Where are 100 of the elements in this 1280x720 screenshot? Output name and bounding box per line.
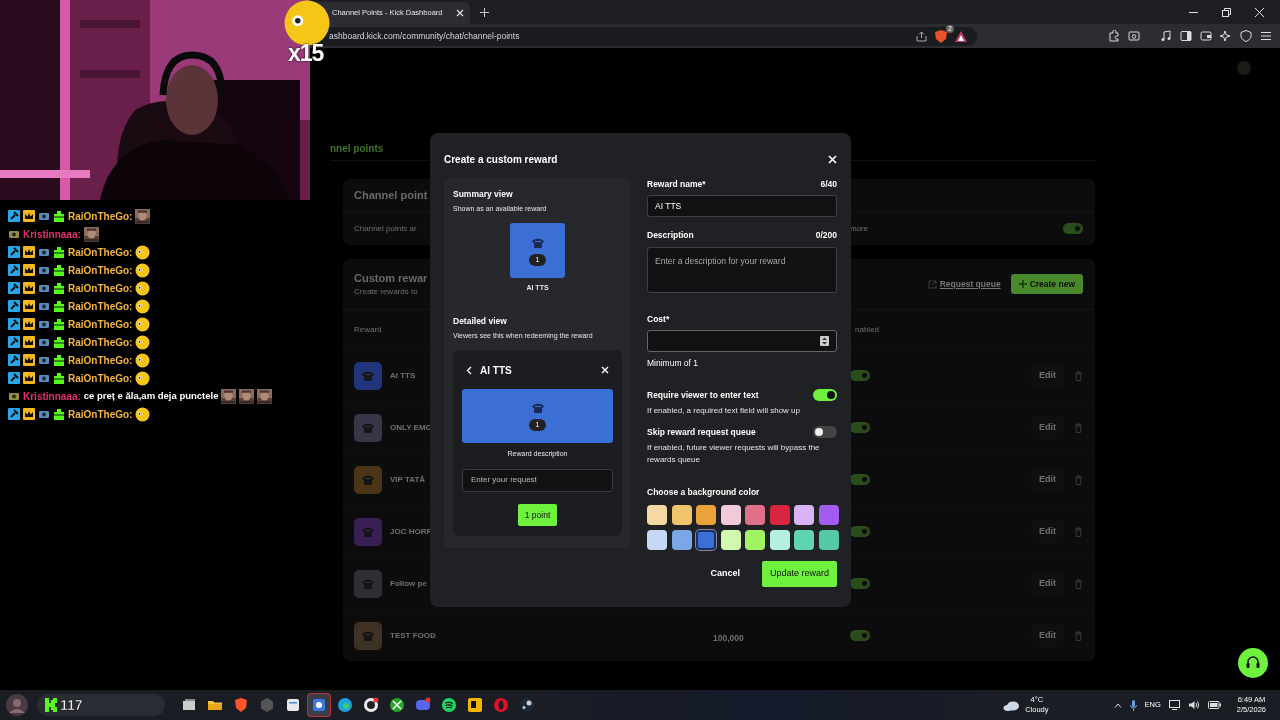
emoji-icon: [135, 370, 151, 386]
crown-badge-icon: [23, 246, 35, 258]
screenshot-icon[interactable]: [1128, 30, 1140, 42]
app-icon[interactable]: [307, 693, 331, 717]
cloud-icon: [1003, 699, 1022, 711]
camera-badge-icon: [38, 336, 50, 348]
color-swatch[interactable]: [671, 530, 692, 551]
share-icon[interactable]: [916, 30, 927, 42]
camera-badge-icon: [38, 282, 50, 294]
request-queue-link[interactable]: Request queue: [927, 277, 1001, 291]
toggle-switch[interactable]: [813, 426, 837, 439]
column-header: Reward: [354, 323, 383, 336]
shield-icon[interactable]: [1240, 30, 1252, 42]
chat-username: Kristinnaaa:: [23, 227, 81, 242]
camera-badge-icon: [38, 300, 50, 312]
chat-username: RaiOnTheGo:: [68, 281, 133, 296]
more-link[interactable]: more: [850, 222, 869, 235]
sidebar-icon[interactable]: [1180, 30, 1192, 42]
gift-badge-icon: [53, 282, 65, 294]
emoji-icon: [135, 262, 151, 278]
field-label: Reward name*: [647, 178, 706, 191]
crown-badge-icon: [23, 210, 35, 222]
phone-icon: [361, 421, 375, 434]
emoji-icon: [135, 352, 151, 368]
color-swatch[interactable]: [818, 505, 839, 526]
monitor-icon[interactable]: [1168, 700, 1180, 710]
camera-badge-icon: [38, 372, 50, 384]
spinner-icon[interactable]: [820, 336, 829, 347]
camera-badge-icon: [38, 318, 50, 330]
color-swatch[interactable]: [769, 505, 790, 526]
battery-icon[interactable]: [1207, 701, 1221, 709]
page-tab[interactable]: nnel points: [330, 143, 384, 154]
color-swatch[interactable]: [794, 505, 814, 526]
chat-username: Kristinnaaa:: [23, 389, 81, 404]
wallet-icon[interactable]: [1200, 30, 1212, 42]
toggle-switch[interactable]: [850, 578, 870, 589]
puzzle-icon[interactable]: [1108, 30, 1120, 42]
color-swatch[interactable]: [818, 530, 839, 551]
field-label: Description: [647, 228, 694, 242]
cost-field[interactable]: [647, 330, 837, 353]
plus-icon[interactable]: [480, 7, 489, 17]
search-field[interactable]: 117: [37, 694, 165, 716]
color-swatch[interactable]: [647, 505, 667, 526]
gift-badge-icon: [53, 300, 65, 312]
color-swatch[interactable]: [671, 505, 692, 526]
chevron-up-icon[interactable]: [1113, 702, 1122, 708]
section-heading: Summary view: [453, 188, 514, 201]
chat-username: RaiOnTheGo:: [68, 209, 133, 224]
reward-name-field[interactable]: AI TTS: [647, 194, 837, 217]
camera-badge-icon: [38, 246, 50, 258]
color-swatch[interactable]: [647, 530, 667, 551]
toggle-switch[interactable]: [850, 630, 870, 641]
setting-label: Skip reward request queue: [647, 425, 756, 439]
close-icon[interactable]: [456, 9, 464, 17]
menu-icon[interactable]: [1260, 30, 1272, 42]
color-swatch[interactable]: [696, 530, 716, 551]
emoji-icon: [135, 406, 151, 422]
toggle-switch[interactable]: [813, 389, 837, 402]
toggle-switch[interactable]: [850, 422, 870, 433]
avatar-icon[interactable]: [6, 694, 28, 716]
toggle-switch[interactable]: [850, 526, 870, 537]
color-swatch[interactable]: [794, 530, 814, 551]
toggle-switch[interactable]: [850, 474, 870, 485]
help-button[interactable]: [1238, 648, 1268, 678]
update-reward-button[interactable]: Update reward: [761, 561, 837, 587]
color-swatch[interactable]: [720, 530, 741, 551]
gift-badge-icon: [53, 246, 65, 258]
crown-badge-icon: [23, 300, 35, 312]
music-note-icon[interactable]: [1160, 30, 1172, 42]
emoji-icon: [135, 280, 151, 296]
emoji-icon: [135, 334, 151, 350]
color-swatch[interactable]: [769, 530, 790, 551]
gift-badge-icon: [53, 318, 65, 330]
description-field[interactable]: Enter a description for your reward: [647, 246, 837, 293]
setting-help: If enabled, a required text field will show up: [647, 404, 801, 417]
points-button[interactable]: 1 point: [517, 503, 558, 527]
chat-username: RaiOnTheGo:: [68, 245, 133, 260]
color-swatch[interactable]: [720, 505, 741, 526]
color-swatch[interactable]: [745, 530, 765, 551]
request-input[interactable]: Enter your request: [462, 468, 613, 492]
back-icon[interactable]: [466, 365, 472, 375]
phone-icon: [361, 525, 375, 538]
cancel-button[interactable]: Cancel: [704, 566, 746, 582]
restore-icon[interactable]: [1222, 7, 1231, 17]
toggle-switch[interactable]: [850, 370, 870, 381]
gift-badge-icon: [53, 264, 65, 276]
close-icon[interactable]: [1255, 7, 1264, 17]
triangle-icon[interactable]: [955, 30, 967, 42]
toggle-switch[interactable]: [1063, 223, 1083, 234]
create-new-button[interactable]: Create new: [1010, 273, 1083, 295]
gift-badge-icon: [53, 336, 65, 348]
color-swatch[interactable]: [696, 505, 716, 526]
sparkle-icon[interactable]: [1220, 30, 1232, 42]
camera-badge-icon: [8, 228, 20, 240]
microphone-icon[interactable]: [1129, 699, 1137, 711]
color-swatch[interactable]: [745, 505, 765, 526]
speaker-icon[interactable]: [1187, 700, 1200, 710]
char-counter: 0/200: [815, 228, 837, 242]
chat-username: RaiOnTheGo:: [68, 371, 133, 386]
k-logo-icon: [45, 698, 57, 712]
